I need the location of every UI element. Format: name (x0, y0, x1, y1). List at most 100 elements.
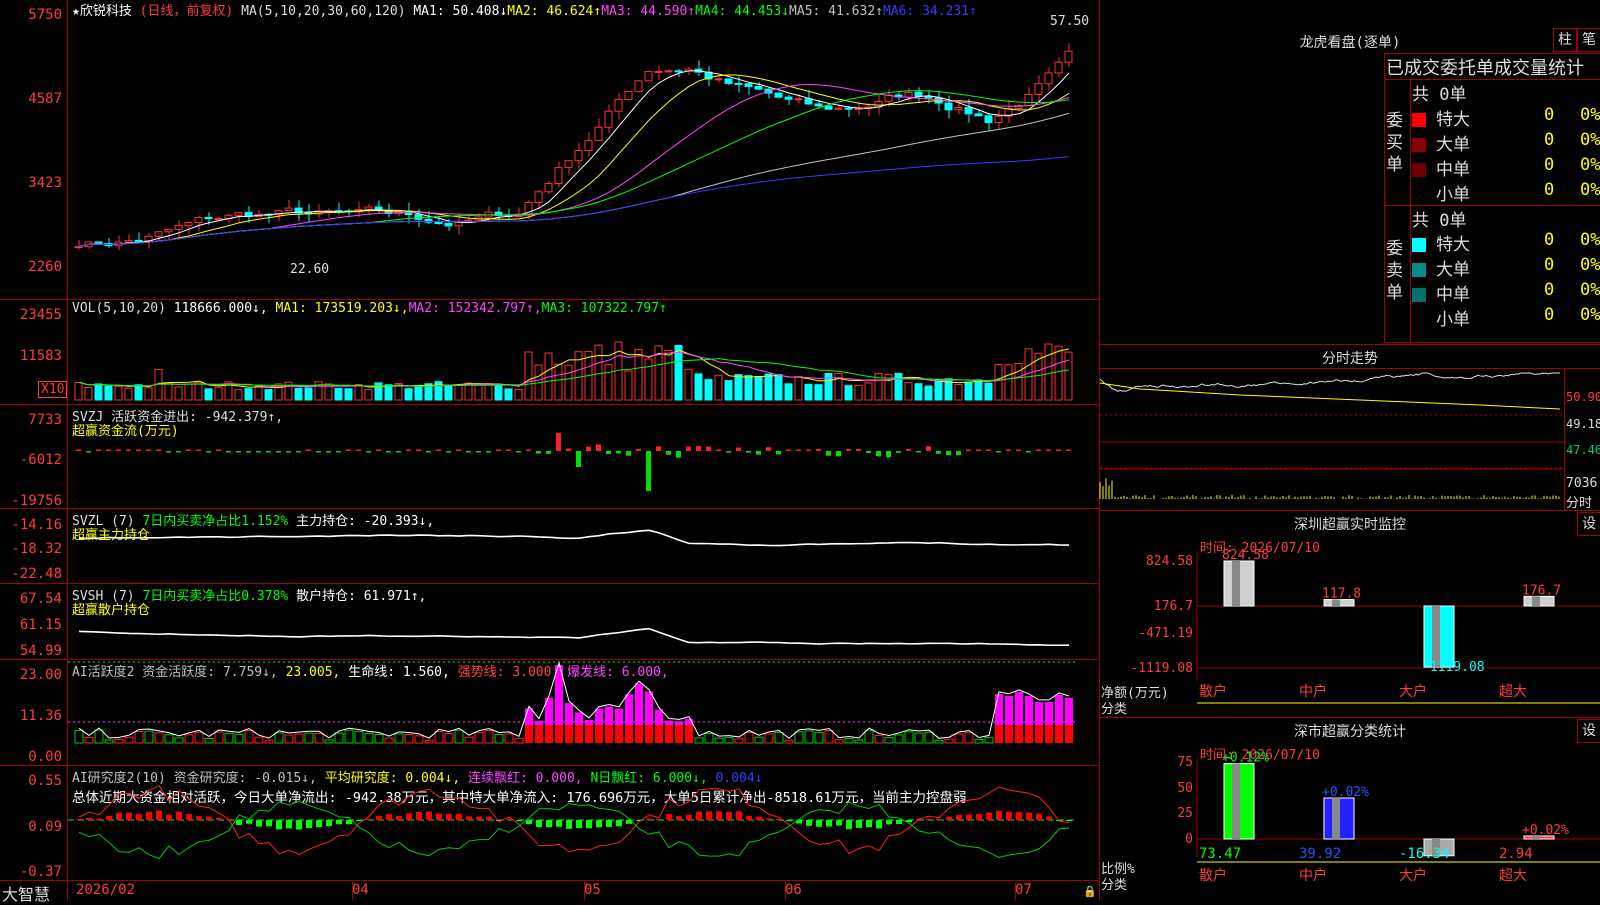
minute-y-tick: 49.18 (1566, 417, 1600, 431)
fund-flow-bar (336, 451, 341, 453)
activity-bar (494, 733, 504, 744)
candle-body (284, 207, 293, 212)
vol-unit-badge[interactable]: X10 (38, 381, 68, 398)
activity-bar (904, 731, 914, 744)
fund-flow-bar (1016, 449, 1021, 451)
volume-bar (384, 384, 393, 401)
volume-bar (334, 387, 343, 401)
fund-flow-bar (326, 451, 331, 453)
candle-body (1054, 61, 1063, 74)
research-bar (876, 820, 882, 829)
candle-body (154, 231, 163, 237)
activity-bar (84, 736, 94, 744)
activity-bar (585, 725, 593, 743)
candle-body (414, 214, 423, 220)
activity-bar (565, 703, 573, 725)
fund-flow-bar (76, 449, 81, 451)
y-tick: 824.58 (1146, 554, 1193, 569)
activity-bar (124, 736, 134, 744)
volume-bar (104, 385, 113, 401)
lock-icon[interactable]: 🔒 (1083, 885, 1097, 898)
volume-bar (414, 386, 423, 401)
activity-bar (1045, 725, 1053, 743)
activity-bar (1065, 697, 1073, 725)
activity-bar (734, 738, 744, 744)
fund-flow-bar (746, 451, 751, 453)
volume-bar (664, 349, 673, 401)
activity-bar (514, 737, 524, 744)
fund-flow-bar (706, 446, 711, 451)
fund-flow-bar (696, 446, 701, 451)
order-type: 小单 (1436, 185, 1470, 205)
activity-bar (645, 691, 653, 725)
research-bar (126, 812, 132, 820)
volume-bar (514, 388, 523, 401)
research-bar (706, 811, 712, 820)
activity-bar (804, 730, 814, 744)
volume-bar (994, 364, 1003, 401)
pen-mode-button[interactable]: 笔 (1577, 28, 1600, 52)
research-bar (756, 816, 762, 820)
activity-bar (754, 736, 764, 744)
volume-bar (934, 379, 943, 401)
activity-bar (364, 732, 374, 744)
research-bar (1036, 813, 1042, 820)
fund-flow-bar (296, 451, 301, 453)
activity-bar (884, 737, 894, 744)
volume-bar (754, 376, 763, 401)
fund-flow-bar (186, 449, 191, 451)
volume-bar (404, 388, 413, 401)
research-bar (726, 812, 732, 820)
order-percent: 0% (1580, 180, 1600, 200)
volume-bar (744, 375, 753, 401)
candle-body (624, 90, 633, 101)
fund-flow-bar (966, 449, 971, 451)
research-bar (816, 820, 822, 827)
candlestick-chart[interactable] (68, 0, 1098, 298)
y-tick: 3423 (28, 175, 62, 191)
order-type: 中单 (1436, 285, 1470, 305)
order-percent: 0% (1580, 280, 1600, 300)
fund-flow-bar (946, 451, 951, 456)
bar-mode-button[interactable]: 柱 (1553, 28, 1577, 52)
candle-body (804, 98, 813, 105)
y-tick: 67.54 (19, 591, 62, 607)
order-count: 0 (1544, 105, 1555, 125)
candle-body (634, 80, 643, 92)
research-bar (676, 816, 682, 820)
research-bar (166, 814, 172, 820)
volume-bar (684, 368, 693, 401)
candle-body (594, 126, 603, 142)
fund-flow-bar (126, 449, 131, 451)
volume-bar (694, 373, 703, 401)
candle-body (724, 78, 733, 84)
volume-bar (984, 382, 993, 401)
category-label: 散户 (1199, 683, 1227, 700)
volume-bar (264, 389, 273, 401)
research-bar (136, 814, 142, 820)
candle-body (124, 239, 133, 243)
candle-body (434, 221, 443, 224)
y-tick: 7733 (28, 412, 62, 428)
minute-trend-chart[interactable] (1099, 369, 1564, 509)
fund-flow-bar (1026, 451, 1031, 453)
candle-body (944, 102, 953, 111)
y-tick: 176.7 (1154, 599, 1193, 614)
research-bar (176, 811, 182, 820)
bar-value-label: 117.8 (1322, 587, 1361, 602)
volume-bar (644, 358, 653, 401)
activity-bar (1025, 725, 1033, 743)
research-bar (976, 814, 982, 820)
minute-y-tick: 47.46 (1566, 443, 1600, 457)
fund-flow-bar (366, 451, 371, 453)
activity-bar (454, 729, 464, 744)
research-bar (106, 815, 112, 820)
volume-bar (134, 384, 143, 401)
volume-bar (714, 374, 723, 401)
research-bar (1006, 811, 1012, 820)
activity-bar (834, 739, 844, 744)
category-label: 中户 (1299, 683, 1327, 700)
fund-flow-bar (806, 449, 811, 451)
research-bar (246, 820, 252, 824)
fund-flow-bar (316, 451, 321, 453)
